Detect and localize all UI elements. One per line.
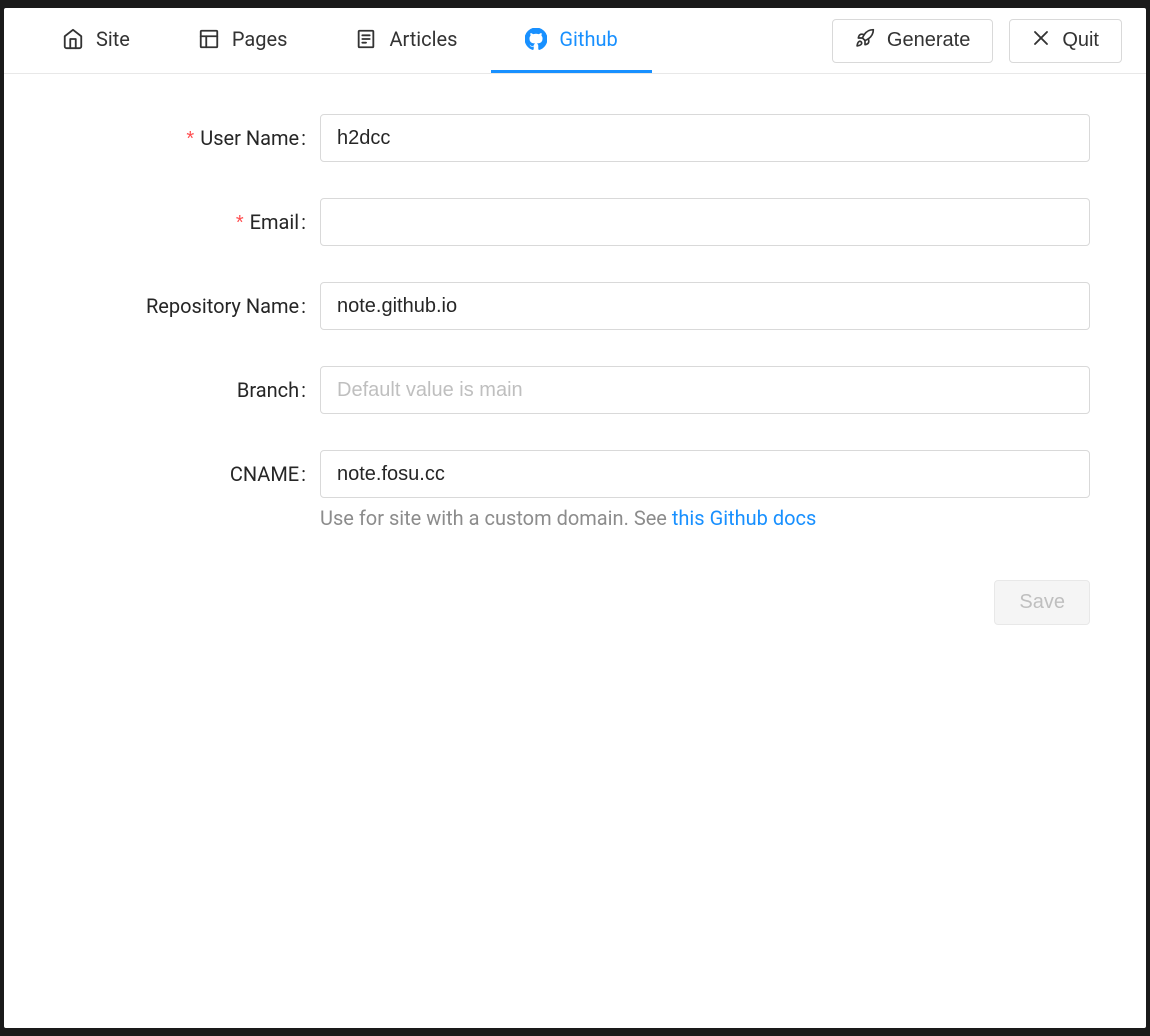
quit-button[interactable]: Quit — [1009, 19, 1122, 63]
form-row-cname: CNAME: — [60, 450, 1090, 498]
generate-label: Generate — [887, 29, 970, 52]
repo-label: Repository Name: — [60, 294, 320, 318]
email-input[interactable] — [320, 198, 1090, 246]
cname-label: CNAME: — [60, 462, 320, 486]
branch-label: Branch: — [60, 378, 320, 402]
required-mark: * — [236, 212, 244, 234]
cname-help-text: Use for site with a custom domain. See — [320, 506, 672, 530]
save-row: Save — [60, 580, 1090, 625]
branch-input[interactable] — [320, 366, 1090, 414]
cname-input[interactable] — [320, 450, 1090, 498]
close-icon — [1032, 29, 1050, 53]
tab-site-label: Site — [96, 27, 130, 51]
tab-site[interactable]: Site — [28, 8, 164, 73]
form-row-branch: Branch: — [60, 366, 1090, 414]
save-label: Save — [1019, 591, 1065, 613]
generate-button[interactable]: Generate — [832, 19, 993, 63]
tabs: Site Pages Articles Github — [28, 8, 652, 73]
cname-help: Use for site with a custom domain. See t… — [320, 506, 1090, 530]
required-mark: * — [186, 128, 194, 150]
repo-input[interactable] — [320, 282, 1090, 330]
save-button[interactable]: Save — [994, 580, 1090, 625]
tab-articles[interactable]: Articles — [321, 8, 491, 73]
form-row-repo: Repository Name: — [60, 282, 1090, 330]
github-icon — [525, 28, 547, 50]
quit-label: Quit — [1062, 29, 1099, 52]
username-label: *User Name: — [60, 126, 320, 151]
form-content: *User Name: *Email: Repository Name: Bra… — [4, 74, 1146, 665]
form-row-email: *Email: — [60, 198, 1090, 246]
form-row-username: *User Name: — [60, 114, 1090, 162]
article-icon — [355, 28, 377, 50]
tab-pages[interactable]: Pages — [164, 8, 322, 73]
tab-pages-label: Pages — [232, 27, 288, 51]
rocket-icon — [855, 28, 875, 54]
tab-github[interactable]: Github — [491, 8, 651, 73]
cname-help-link[interactable]: this Github docs — [672, 506, 816, 530]
email-label: *Email: — [60, 210, 320, 235]
header-actions: Generate Quit — [832, 19, 1122, 63]
home-icon — [62, 28, 84, 50]
header: Site Pages Articles Github — [4, 8, 1146, 74]
app-window: Site Pages Articles Github — [4, 8, 1146, 1028]
tab-articles-label: Articles — [389, 27, 457, 51]
tab-github-label: Github — [559, 27, 617, 51]
username-input[interactable] — [320, 114, 1090, 162]
layout-icon — [198, 28, 220, 50]
